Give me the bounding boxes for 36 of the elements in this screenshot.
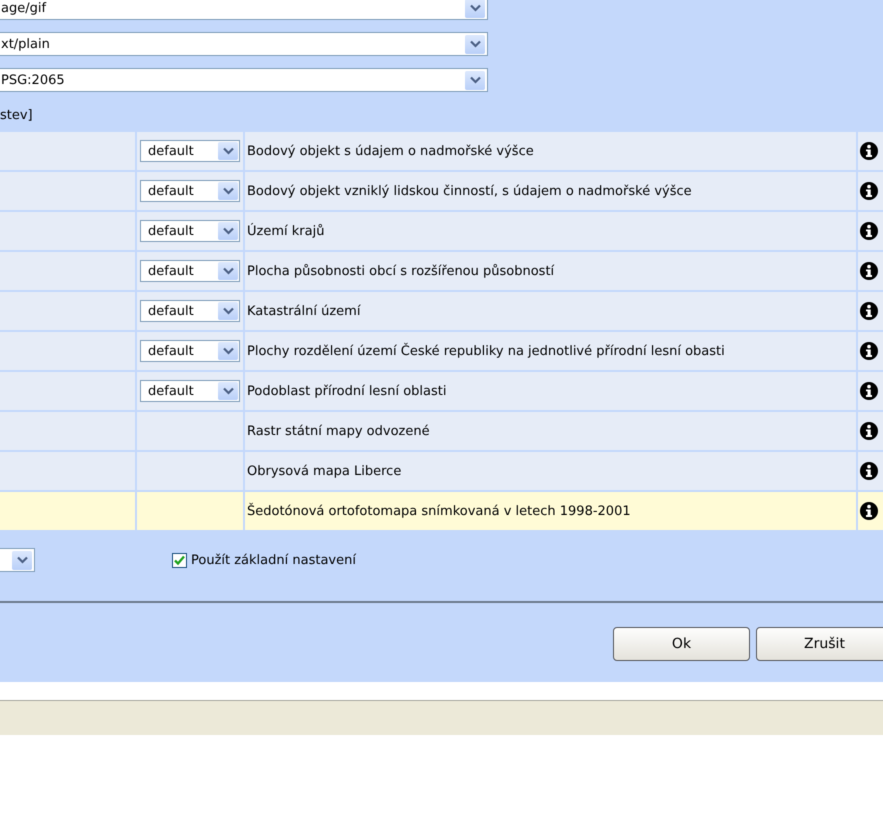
info-icon[interactable] (860, 142, 878, 160)
layer-title: Rastr státní mapy odvozené (247, 424, 430, 438)
style-select[interactable]: default (140, 140, 240, 162)
style-select[interactable]: default (140, 340, 240, 362)
layer-title: Katastrální území (247, 304, 360, 318)
style-select[interactable]: default (140, 220, 240, 242)
style-select[interactable]: default (140, 180, 240, 202)
info-icon[interactable] (860, 262, 878, 280)
dropdown-select[interactable]: xt/plain (0, 32, 488, 56)
layer-title: Šedotónová ortofotomapa snímkovaná v letech 1998-2001 (247, 504, 631, 518)
checkbox[interactable] (172, 552, 187, 568)
style-select[interactable]: default (140, 380, 240, 402)
info-icon[interactable] (860, 222, 878, 240)
info-icon[interactable] (860, 422, 878, 440)
layer-title: Plocha působnosti obcí s rozšířenou působností (247, 264, 554, 278)
layer-title: Bodový objekt s údajem o nadmořské výšce (247, 144, 534, 158)
layer-title: Podoblast přírodní lesní oblasti (247, 384, 446, 398)
info-icon[interactable] (860, 182, 878, 200)
dialog-button[interactable]: Zrušit (756, 627, 883, 661)
style-select[interactable]: default (140, 260, 240, 282)
layer-title: Plochy rozdělení území České republiky na jednotlivé přírodní lesní obasti (247, 344, 725, 358)
dropdown-select[interactable]: PSG:2065 (0, 68, 488, 92)
layer-title: Území krajů (247, 224, 324, 238)
dialog-button[interactable]: Ok (613, 627, 750, 661)
section-label: stev] (0, 108, 34, 125)
info-icon[interactable] (860, 502, 878, 520)
layer-title: Bodový objekt vzniklý lidskou činností, s údajem o nadmořské výšce (247, 184, 692, 198)
style-select[interactable]: default (140, 300, 240, 322)
layer-title: Obrysová mapa Liberce (247, 464, 402, 478)
info-icon[interactable] (860, 342, 878, 360)
info-icon[interactable] (860, 382, 878, 400)
dropdown-select[interactable]: age/gif (0, 0, 488, 20)
dropdown-select[interactable] (0, 548, 35, 572)
info-icon[interactable] (860, 302, 878, 320)
default-settings-checkbox[interactable]: Použít základní nastavení (172, 552, 356, 568)
info-icon[interactable] (860, 462, 878, 480)
